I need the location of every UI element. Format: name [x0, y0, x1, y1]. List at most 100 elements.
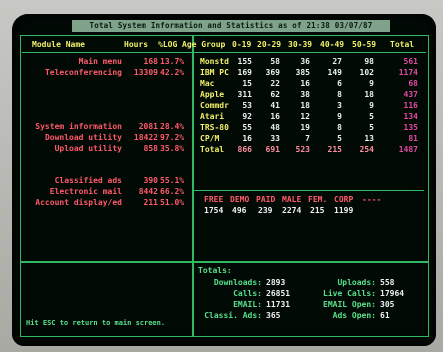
- module-name: Electronic mail: [49, 187, 122, 196]
- computer-age-20-29: 41: [270, 101, 280, 110]
- module-hours: 2081: [138, 122, 158, 131]
- access-label-free: FREE: [204, 195, 224, 204]
- age-col-20-29: 20-29: [257, 40, 282, 49]
- module-name: Classified ads: [54, 176, 122, 185]
- computer-age-0-19: 311: [237, 90, 252, 99]
- computer-age-30-39: 38: [300, 90, 310, 99]
- access-value-demo: 496: [232, 206, 247, 215]
- computer-age-40-49: 215: [327, 145, 342, 154]
- age-col-total: Total: [390, 40, 415, 49]
- computer-age-40-49: 8: [337, 123, 342, 132]
- computer-age-20-29: 33: [270, 134, 280, 143]
- computer-total: 1487: [398, 145, 418, 154]
- computer-age-40-49: 6: [337, 79, 342, 88]
- computer-age-0-19: 866: [237, 145, 252, 154]
- module-pct: 55.1%: [160, 176, 185, 185]
- header-divider: [22, 52, 426, 53]
- computer-name: Apple: [200, 90, 225, 99]
- totals-value-2: 305: [380, 300, 395, 309]
- computer-age-50-59: 5: [369, 112, 374, 121]
- computer-age-30-39: 523: [295, 145, 310, 154]
- crt-screen: Total System Information and Statistics …: [12, 14, 436, 346]
- computer-total: 561: [403, 57, 418, 66]
- access-label-demo: DEMO: [230, 195, 250, 204]
- computer-age-30-39: 385: [295, 68, 310, 77]
- computer-total: 134: [403, 112, 418, 121]
- computer-age-0-19: 169: [237, 68, 252, 77]
- access-label-corp: CORP: [334, 195, 354, 204]
- totals-label-2: EMAIL Open:: [323, 300, 376, 309]
- access-label-fem: FEM.: [308, 195, 328, 204]
- computer-age-30-39: 18: [300, 101, 310, 110]
- monitor-bezel: Total System Information and Statistics …: [0, 0, 443, 352]
- hours-header: Hours: [124, 40, 149, 49]
- computer-age-20-29: 58: [270, 57, 280, 66]
- module-pct: 35.8%: [160, 144, 185, 153]
- module-hours: 211: [143, 198, 158, 207]
- totals-value: 26851: [266, 289, 291, 298]
- module-pct: 97.2%: [160, 133, 185, 142]
- access-value-male: 2274: [282, 206, 302, 215]
- module-hours: 13309: [133, 68, 158, 77]
- module-pct: 28.4%: [160, 122, 185, 131]
- module-name: Teleconferencing: [44, 68, 122, 77]
- escape-hint[interactable]: Hit ESC to return to main screen.: [26, 318, 165, 328]
- age-col-0-19: 0-19: [232, 40, 252, 49]
- module-pct: 42.2%: [160, 68, 185, 77]
- computer-age-40-49: 5: [337, 134, 342, 143]
- computer-age-40-49: 8: [337, 90, 342, 99]
- computer-age-30-39: 7: [305, 134, 310, 143]
- computer-age-50-59: 254: [359, 145, 374, 154]
- module-hours: 390: [143, 176, 158, 185]
- age-col-40-49: 40-49: [320, 40, 345, 49]
- computer-total: 68: [408, 79, 418, 88]
- totals-label: Calls:: [233, 289, 262, 298]
- computer-age-0-19: 16: [242, 134, 252, 143]
- totals-value-2: 61: [380, 311, 390, 320]
- module-name: Download utility: [44, 133, 122, 142]
- computer-age-50-59: 5: [369, 123, 374, 132]
- computer-age-40-49: 27: [332, 57, 342, 66]
- computer-age-40-49: 9: [337, 112, 342, 121]
- computer-total: 1174: [398, 68, 418, 77]
- totals-value: 11731: [266, 300, 291, 309]
- computer-age-30-39: 16: [300, 79, 310, 88]
- totals-label: EMAIL:: [233, 300, 262, 309]
- totals-value: 365: [266, 311, 281, 320]
- computer-name: CP/M: [200, 134, 220, 143]
- computer-age-0-19: 155: [237, 57, 252, 66]
- computer-age-20-29: 22: [270, 79, 280, 88]
- access-value-corp: 1199: [334, 206, 354, 215]
- computer-total: 135: [403, 123, 418, 132]
- computer-age-50-59: 13: [364, 134, 374, 143]
- computer-age-20-29: 62: [270, 90, 280, 99]
- computer-total: 437: [403, 90, 418, 99]
- module-pct: 66.2%: [160, 187, 185, 196]
- computer-age-40-49: 3: [337, 101, 342, 110]
- totals-value-2: 17964: [380, 289, 405, 298]
- computer-age-20-29: 369: [265, 68, 280, 77]
- computer-age-0-19: 92: [242, 112, 252, 121]
- module-name: Upload utility: [54, 144, 122, 153]
- computer-age-40-49: 149: [327, 68, 342, 77]
- totals-value-2: 558: [380, 278, 395, 287]
- module-hours: 8442: [138, 187, 158, 196]
- module-pct: 13.7%: [160, 57, 185, 66]
- module-name: Account display/ed: [35, 198, 122, 207]
- access-label-blank: ----: [362, 195, 382, 204]
- computer-age-50-59: 18: [364, 90, 374, 99]
- module-name: Main menu: [78, 57, 122, 66]
- computer-name: Mac: [200, 79, 215, 88]
- computer-age-30-39: 12: [300, 112, 310, 121]
- access-label-male: MALE: [282, 195, 302, 204]
- computer-age-30-39: 19: [300, 123, 310, 132]
- computer-age-20-29: 16: [270, 112, 280, 121]
- access-value-paid: 239: [258, 206, 273, 215]
- computer-age-0-19: 53: [242, 101, 252, 110]
- totals-title: Totals:: [198, 266, 232, 275]
- computer-age-0-19: 15: [242, 79, 252, 88]
- module-hours: 168: [143, 57, 158, 66]
- totals-label: Downloads:: [213, 278, 262, 287]
- computer-name: Atari: [200, 112, 225, 121]
- window-title: Total System Information and Statistics …: [72, 20, 390, 32]
